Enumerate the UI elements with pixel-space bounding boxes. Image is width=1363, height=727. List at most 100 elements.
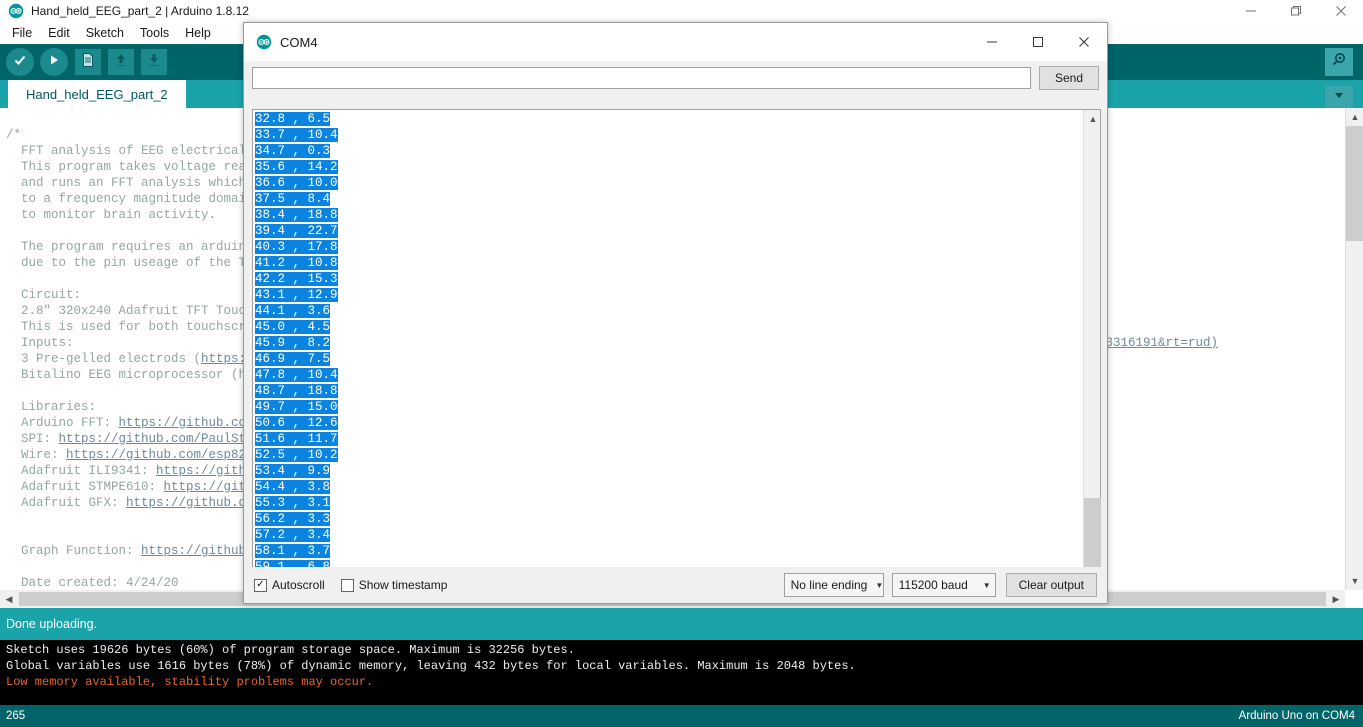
window-titlebar: Hand_held_EEG_part_2 | Arduino 1.8.12 (0, 0, 1363, 22)
upload-status-message: Done uploading. (0, 608, 1363, 640)
serial-output-line: 45.9 , 8.2 (255, 336, 331, 350)
serial-output-line: 55.3 , 3.1 (255, 496, 331, 510)
verify-button[interactable] (6, 48, 34, 76)
window-controls (1228, 0, 1363, 22)
serial-output-line: 38.4 , 18.8 (255, 208, 338, 222)
serial-output-line: 49.7 , 15.0 (255, 400, 338, 414)
code-link[interactable]: https://github.com (126, 496, 261, 510)
serial-output-line: 56.2 , 3.3 (255, 512, 331, 526)
code-line: and runs an FFT analysis which t (6, 175, 262, 190)
console-output[interactable]: Sketch uses 19626 bytes (60%) of program… (0, 640, 1363, 705)
autoscroll-checkbox[interactable]: ✓ Autoscroll (254, 578, 325, 592)
save-down-arrow-icon (146, 52, 162, 73)
serial-output-scrollbar[interactable]: ▲ ▼ (1083, 110, 1102, 588)
serial-output-line: 47.8 , 10.4 (255, 368, 338, 382)
serial-output-text[interactable]: 32.8 , 6.5 33.7 , 10.4 34.7 , 0.3 35.6 , 14… (253, 110, 1083, 588)
chevron-down-icon[interactable]: ▼ (1346, 572, 1363, 590)
clear-output-button[interactable]: Clear output (1005, 573, 1097, 597)
chevron-left-icon[interactable]: ◀ (0, 590, 18, 608)
statusbar: 265 Arduino Uno on COM4 (0, 705, 1363, 727)
tab-menu-button[interactable] (1325, 86, 1353, 108)
code-line: SPI: https://github.com/PaulStof (6, 431, 262, 446)
baud-rate-value: 115200 baud (898, 578, 968, 592)
new-file-icon (80, 52, 96, 73)
code-line: Adafruit GFX: https://github.com (6, 495, 262, 510)
serial-scroll-thumb[interactable] (1084, 498, 1101, 568)
code-line: The program requires an arduino (6, 239, 262, 254)
cursor-line-number: 265 (6, 710, 26, 722)
code-link[interactable]: https://github.com/esp8266 (66, 448, 261, 462)
checkbox-box[interactable]: ✓ (254, 578, 267, 592)
serial-output-line: 44.1 , 3.6 (255, 304, 331, 318)
line-ending-select[interactable]: No line ending ▼ (783, 573, 884, 597)
serial-monitor-button[interactable] (1325, 48, 1353, 76)
code-link[interactable]: https://github.com/ (119, 416, 262, 430)
code-line: Graph Function: https://github.c (6, 543, 262, 558)
chevron-down-icon: ▼ (982, 580, 991, 590)
code-line: Adafruit ILI9341: https://github (6, 463, 262, 478)
editor-vertical-scrollbar[interactable]: ▲ ▼ (1345, 108, 1363, 590)
clear-output-label: Clear output (1018, 578, 1084, 592)
close-icon[interactable] (1318, 0, 1363, 22)
serial-output-line: 35.6 , 14.2 (255, 160, 338, 174)
code-line: due to the pin useage of the TFT (6, 255, 262, 270)
serial-output-line: 34.7 , 0.3 (255, 144, 331, 158)
chevron-up-icon[interactable]: ▲ (1084, 110, 1102, 128)
checkbox-box[interactable] (340, 578, 354, 592)
tab-hand-held-eeg-part-2[interactable]: Hand_held_EEG_part_2 (8, 80, 186, 108)
code-line: Bitalino EEG microprocessor (htt (6, 367, 262, 382)
board-port-info: Arduino Uno on COM4 (1238, 710, 1355, 722)
serial-output-line: 42.2 , 15.3 (255, 272, 338, 286)
line-ending-value: No line ending (790, 578, 868, 592)
chevron-down-icon: ▼ (875, 580, 884, 590)
arduino-ide-window: Hand_held_EEG_part_2 | Arduino 1.8.12 Fi… (0, 0, 1363, 727)
serial-send-input[interactable] (252, 67, 1031, 89)
serial-output-line: 52.5 , 10.2 (255, 448, 338, 462)
code-line: Wire: https://github.com/esp8266 (6, 447, 262, 462)
serial-output-line: 43.1 , 12.9 (255, 288, 338, 302)
code-line: Arduino FFT: https://github.com/ (6, 415, 262, 430)
chevron-up-icon[interactable]: ▲ (1346, 108, 1363, 126)
console-line: Global variables use 1616 bytes (78%) of… (6, 659, 856, 673)
close-icon[interactable] (1061, 23, 1107, 61)
maximize-icon[interactable] (1273, 0, 1318, 22)
code-line: /* (6, 127, 22, 142)
serial-output-line: 48.7 , 18.8 (255, 384, 338, 398)
arduino-logo-icon (256, 34, 272, 50)
code-line: This program takes voltage readi (6, 159, 262, 174)
code-line: Inputs: (6, 335, 74, 350)
minimize-icon[interactable] (969, 23, 1015, 61)
editor-scroll-thumb[interactable] (1346, 126, 1363, 241)
menu-tools[interactable]: Tools (132, 23, 177, 43)
show-timestamp-checkbox[interactable]: Show timestamp (340, 578, 447, 592)
minimize-icon[interactable] (1228, 0, 1273, 22)
baud-rate-select[interactable]: 115200 baud ▼ (891, 573, 996, 597)
serial-output-line: 57.2 , 3.4 (255, 528, 331, 542)
new-sketch-button[interactable] (75, 49, 101, 75)
menu-sketch[interactable]: Sketch (78, 23, 132, 43)
serial-output-line: 37.5 , 8.4 (255, 192, 331, 206)
serial-output-line: 53.4 , 9.9 (255, 464, 331, 478)
code-link[interactable]: https://github.com/PaulStof (59, 432, 262, 446)
menu-file[interactable]: File (4, 23, 40, 43)
serial-output-line: 33.7 , 10.4 (255, 128, 338, 142)
serial-output-area[interactable]: 32.8 , 6.5 33.7 , 10.4 34.7 , 0.3 35.6 , 14… (252, 109, 1101, 589)
open-sketch-button[interactable] (108, 49, 134, 75)
menu-edit[interactable]: Edit (40, 23, 78, 43)
menu-help[interactable]: Help (177, 23, 219, 43)
serial-output-line: 50.6 , 12.6 (255, 416, 338, 430)
maximize-icon[interactable] (1015, 23, 1061, 61)
upload-button[interactable] (40, 48, 68, 76)
code-line: Date created: 4/24/20 (6, 575, 179, 590)
code-line: Circuit: (6, 287, 82, 302)
save-sketch-button[interactable] (141, 49, 167, 75)
autoscroll-label: Autoscroll (272, 578, 325, 592)
chevron-right-icon[interactable]: ▶ (1327, 590, 1345, 608)
code-link-fragment: 93316191&rt=rud) (1098, 336, 1219, 350)
send-button[interactable]: Send (1039, 66, 1099, 90)
